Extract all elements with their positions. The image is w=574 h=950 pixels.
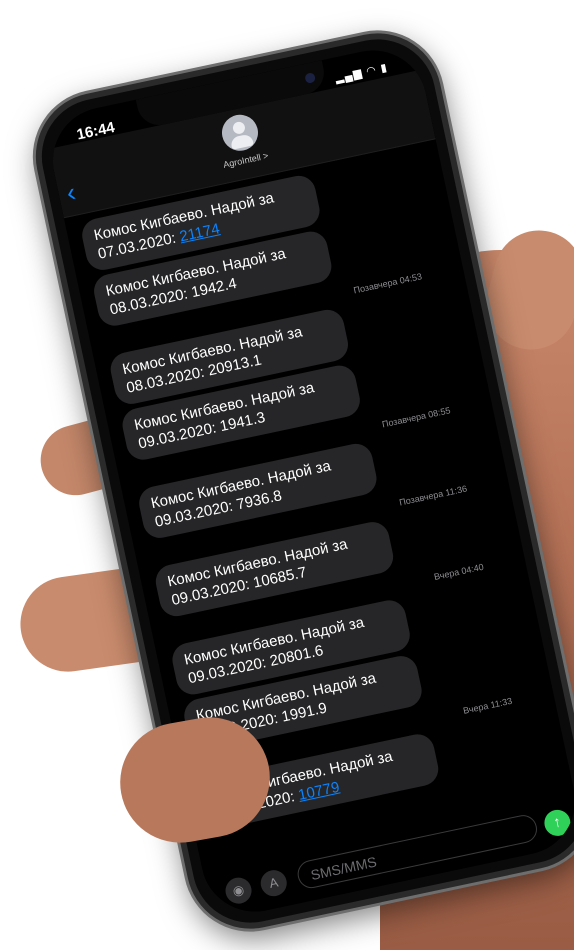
- front-camera: [304, 72, 317, 84]
- camera-icon[interactable]: ◉: [223, 875, 254, 907]
- app-store-icon[interactable]: A: [258, 867, 290, 899]
- send-arrow-icon[interactable]: ↑: [541, 807, 573, 839]
- contact-avatar-icon[interactable]: [218, 111, 262, 155]
- phone-frame: ‹ AgroIntell > 16:44 ▂▄▆ ◠ ▮ Комос Кигба…: [23, 21, 574, 941]
